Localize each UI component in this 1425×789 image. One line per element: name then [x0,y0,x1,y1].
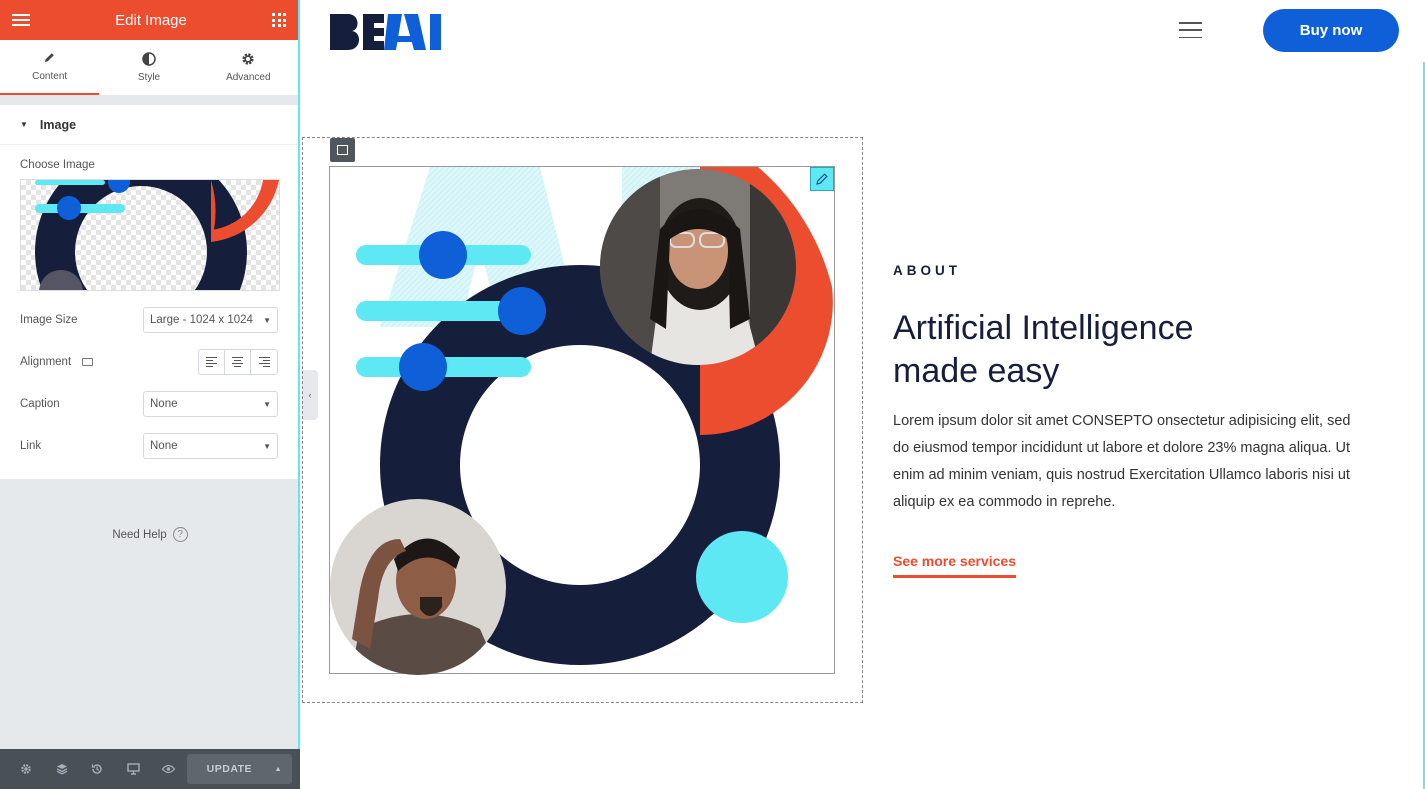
about-title-line1: Artificial Intelligence [893,309,1194,347]
section-body: Choose Image Image Size Large - 1024 x 1… [0,145,298,479]
alignment-label: Alignment [20,356,72,368]
align-center-icon [232,357,243,367]
panel-spacer [0,95,298,105]
tab-style[interactable]: Style [99,40,198,95]
align-center-button[interactable] [225,350,251,374]
question-icon: ? [172,527,188,542]
link-row: Link None ▼ [20,425,278,467]
about-eyebrow: ABOUT [893,263,961,278]
tab-advanced[interactable]: Advanced [199,40,298,95]
chevron-down-icon: ▼ [263,315,271,325]
about-title: Artificial Intelligence made easy [893,307,1273,393]
align-left-icon [206,357,217,367]
logo-mark [330,14,441,50]
widgets-grid-icon[interactable] [272,13,286,27]
chevron-down-icon: ▼ [263,399,271,409]
caret-up-icon[interactable]: ▲ [275,766,282,773]
image-section: ▼ Image Choose Image Image Size Large - … [0,105,298,479]
desktop-device-icon[interactable] [82,357,94,366]
align-right-button[interactable] [251,350,277,374]
tab-advanced-label: Advanced [226,72,271,83]
caption-value: None [150,398,178,410]
editor-app: Edit Image Content Style Advanced ▼ Imag… [0,0,1425,789]
responsive-mode-icon[interactable] [115,749,151,789]
caption-label: Caption [20,398,60,410]
need-help-label: Need Help [112,528,167,541]
column-icon [337,145,348,155]
alignment-buttons [198,349,278,375]
edit-pencil-icon[interactable] [810,167,834,191]
settings-icon[interactable] [8,749,44,789]
caret-down-icon: ▼ [20,120,28,129]
image-size-label: Image Size [20,314,78,326]
align-right-icon [258,357,270,367]
link-select[interactable]: None ▼ [143,433,278,459]
link-label: Link [20,440,42,452]
update-button[interactable]: UPDATE ▲ [186,754,292,784]
editor-panel: Edit Image Content Style Advanced ▼ Imag… [0,0,300,789]
choose-image-label: Choose Image [20,159,95,171]
panel-tabs: Content Style Advanced [0,40,298,95]
caption-row: Caption None ▼ [20,383,278,425]
tab-content[interactable]: Content [0,40,100,95]
site-preview: ‹ Buy now ABOUT Artificial Intelligence … [302,0,1425,789]
about-title-line2: made easy [893,352,1060,390]
column-handle[interactable] [330,138,355,162]
gear-icon [241,52,255,68]
image-size-value: Large - 1024 x 1024 [150,314,253,326]
caption-select[interactable]: None ▼ [143,391,278,417]
contrast-icon [142,52,156,68]
see-more-services-link[interactable]: See more services [893,553,1016,578]
section-title: Image [39,117,77,132]
tab-style-label: Style [137,72,161,83]
alignment-row: Alignment [20,341,278,383]
align-left-button[interactable] [199,350,225,374]
panel-title: Edit Image [115,11,187,29]
section-header-image[interactable]: ▼ Image [0,105,298,145]
about-image[interactable] [329,166,835,675]
buy-now-button[interactable]: Buy now [1263,9,1399,52]
chevron-down-icon: ▼ [263,441,271,451]
image-preview-art [35,180,279,290]
panel-footer: UPDATE ▲ [0,749,300,789]
need-help-link[interactable]: Need Help ? [0,527,300,542]
tab-content-label: Content [32,71,68,82]
image-size-row: Image Size Large - 1024 x 1024 ▼ [20,299,278,341]
update-button-label: UPDATE [206,763,253,775]
layers-icon[interactable] [44,749,80,789]
preview-eye-icon[interactable] [151,749,187,789]
alignment-label-wrap: Alignment [20,356,94,368]
site-logo[interactable] [330,14,451,55]
about-body-text: Lorem ipsum dolor sit amet CONSEPTO onse… [893,413,1351,510]
history-icon[interactable] [79,749,115,789]
image-size-select[interactable]: Large - 1024 x 1024 ▼ [143,307,278,333]
menu-icon[interactable] [12,14,30,26]
site-menu-icon[interactable] [1179,22,1202,38]
pencil-icon [43,51,56,67]
panel-header: Edit Image [0,0,298,40]
link-value: None [150,440,178,452]
about-illustration [330,167,833,675]
image-preview-thumbnail[interactable] [20,179,280,291]
